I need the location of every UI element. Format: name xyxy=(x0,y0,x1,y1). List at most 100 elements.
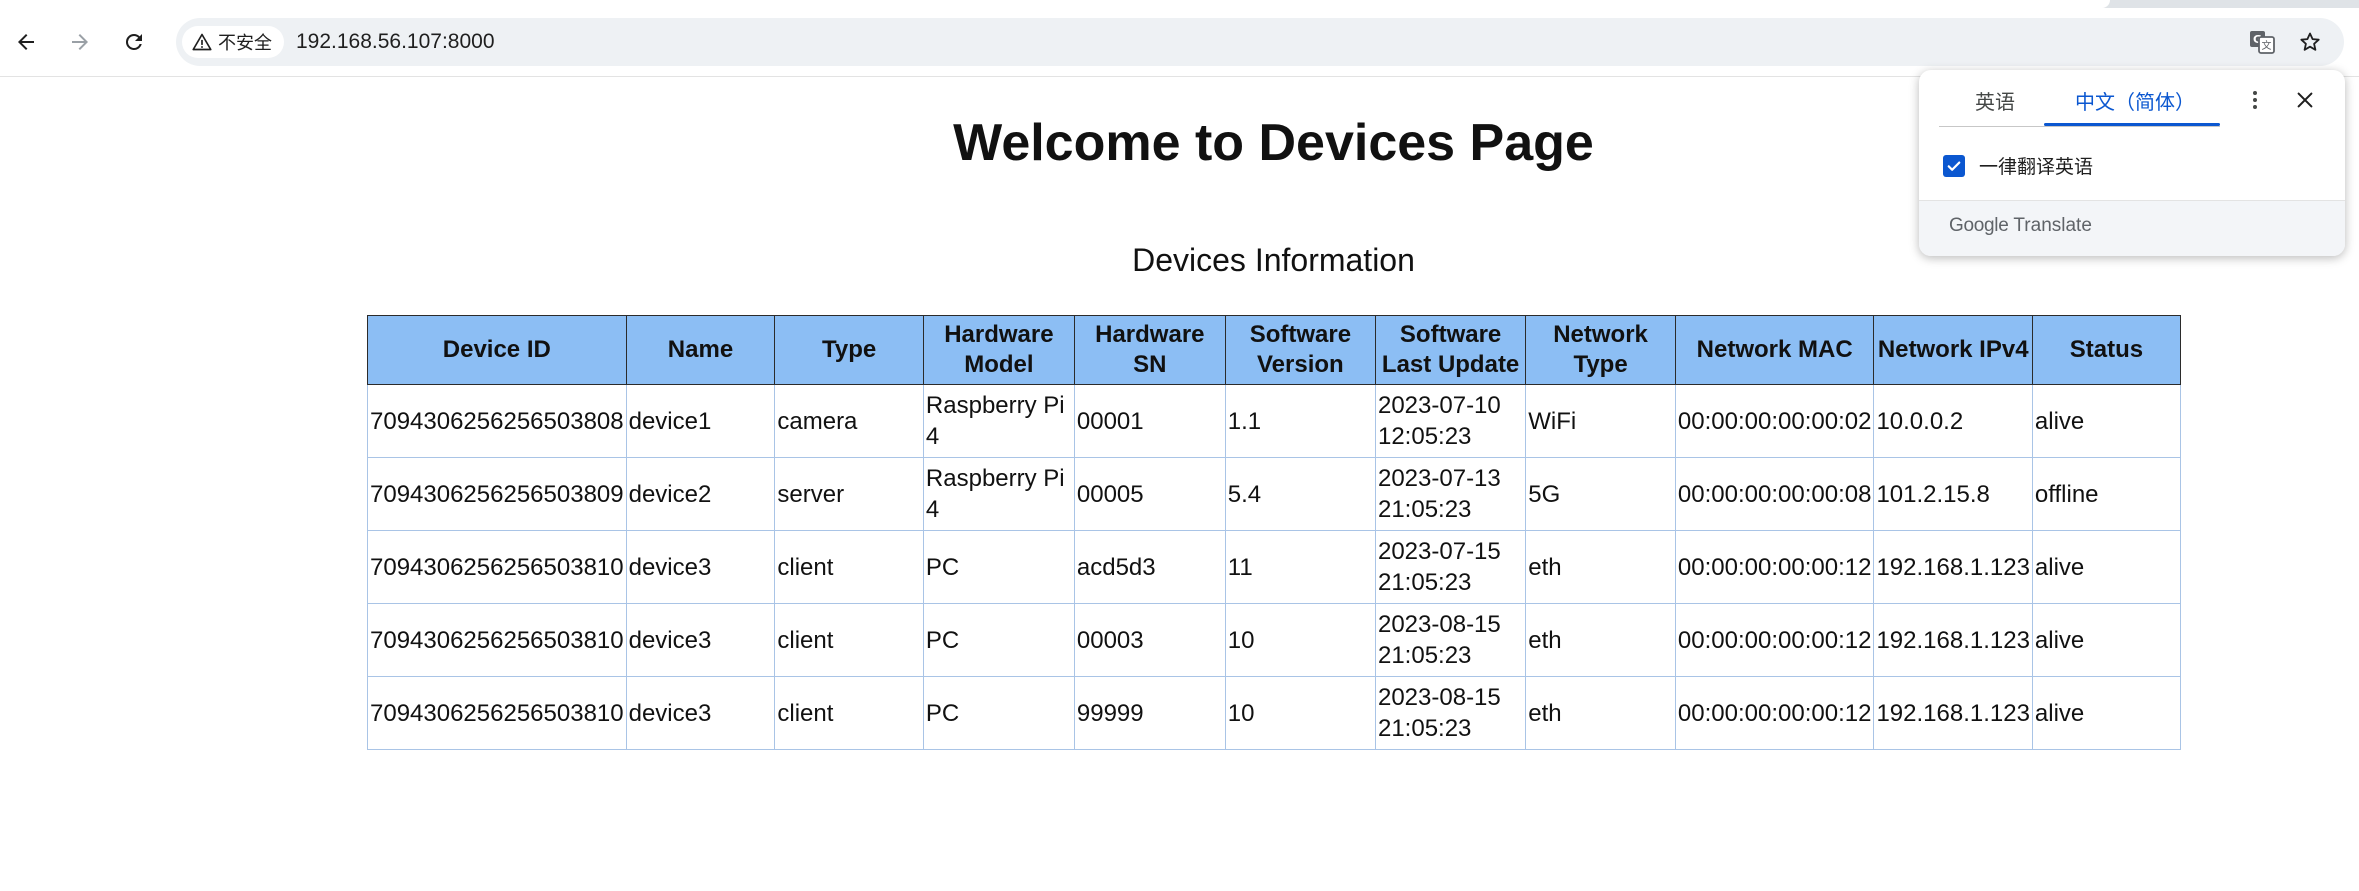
svg-text:文: 文 xyxy=(2262,39,2272,52)
table-cell: 99999 xyxy=(1073,676,1226,750)
table-cell: 00005 xyxy=(1073,457,1226,531)
reload-button[interactable] xyxy=(114,22,154,62)
table-cell: 00:00:00:00:00:12 xyxy=(1674,530,1875,604)
column-header: Network Type xyxy=(1525,315,1676,385)
column-header: Type xyxy=(774,315,924,385)
table-cell: client xyxy=(774,603,924,677)
table-cell: alive xyxy=(2031,676,2182,750)
table-cell: 11 xyxy=(1224,530,1376,604)
table-cell: 7094306256256503808 xyxy=(367,384,627,458)
table-cell: 192.168.1.123 xyxy=(1873,530,2033,604)
tab-source-language[interactable]: 英语 xyxy=(1975,86,2015,115)
more-options-button[interactable] xyxy=(2239,84,2271,116)
browser-toolbar: 不安全 192.168.56.107:8000 G 文 xyxy=(0,8,2359,77)
arrow-right-icon xyxy=(72,34,88,50)
column-header: Name xyxy=(625,315,776,385)
table-cell: PC xyxy=(922,603,1075,677)
warning-triangle-icon xyxy=(192,33,212,51)
table-cell: eth xyxy=(1525,603,1676,677)
table-cell: eth xyxy=(1525,530,1676,604)
star-icon xyxy=(2300,32,2320,51)
table-cell: 2023-07-13 21:05:23 xyxy=(1374,457,1527,531)
table-cell: device3 xyxy=(625,603,776,677)
column-header: Device ID xyxy=(367,315,627,385)
table-cell: device2 xyxy=(625,457,776,531)
column-header: Network IPv4 xyxy=(1873,315,2033,385)
always-translate-label: 一律翻译英语 xyxy=(1979,157,2094,178)
table-header-row: Device ID Name Type Hardware Model Hardw… xyxy=(367,315,2182,385)
check-icon xyxy=(1947,161,1961,171)
table-cell: camera xyxy=(774,384,924,458)
table-cell: 7094306256256503810 xyxy=(367,676,627,750)
table-cell: 00:00:00:00:00:12 xyxy=(1674,676,1875,750)
active-tab-indicator xyxy=(2044,123,2220,126)
table-row: 7094306256256503808 device1 camera Raspb… xyxy=(367,384,2182,458)
table-row: 7094306256256503809 device2 server Raspb… xyxy=(367,457,2182,531)
arrow-left-icon xyxy=(18,34,34,50)
table-cell: 1.1 xyxy=(1224,384,1376,458)
google-wordmark: Google xyxy=(1949,215,2009,236)
translate-popup: 英语 中文（简体） 一律翻译英语 Google Translate xyxy=(1919,70,2345,256)
column-header: Hardware Model xyxy=(922,315,1075,385)
back-button[interactable] xyxy=(6,22,46,62)
table-cell: 7094306256256503810 xyxy=(367,603,627,677)
tab-target-language[interactable]: 中文（简体） xyxy=(2075,86,2195,115)
table-cell: 5.4 xyxy=(1224,457,1376,531)
table-cell: 2023-08-15 21:05:23 xyxy=(1374,603,1527,677)
tab-divider xyxy=(1939,126,2220,127)
table-cell: 2023-08-15 21:05:23 xyxy=(1374,676,1527,750)
table-cell: WiFi xyxy=(1525,384,1676,458)
table-cell: PC xyxy=(922,676,1075,750)
table-cell: 101.2.15.8 xyxy=(1873,457,2033,531)
translate-button[interactable]: G 文 xyxy=(2244,24,2280,60)
forward-button[interactable] xyxy=(60,22,100,62)
table-cell: acd5d3 xyxy=(1073,530,1226,604)
table-cell: 00001 xyxy=(1073,384,1226,458)
table-cell: 00:00:00:00:00:08 xyxy=(1674,457,1875,531)
address-bar[interactable]: 不安全 192.168.56.107:8000 G 文 xyxy=(176,18,2344,66)
google-translate-logo: Google Translate xyxy=(1949,215,2092,237)
table-cell: client xyxy=(774,676,924,750)
table-cell: 10.0.0.2 xyxy=(1873,384,2033,458)
always-translate-row[interactable]: 一律翻译英语 xyxy=(1943,152,2093,179)
table-cell: 2023-07-15 21:05:23 xyxy=(1374,530,1527,604)
table-cell: PC xyxy=(922,530,1075,604)
table-cell: client xyxy=(774,530,924,604)
column-header: Software Version xyxy=(1224,315,1376,385)
table-cell: 2023-07-10 12:05:23 xyxy=(1374,384,1527,458)
bookmark-button[interactable] xyxy=(2292,24,2328,60)
reload-icon xyxy=(125,33,142,50)
column-header: Status xyxy=(2031,315,2182,385)
close-button[interactable] xyxy=(2289,84,2321,116)
active-tab[interactable] xyxy=(0,0,2110,8)
table-cell: eth xyxy=(1525,676,1676,750)
table-row: 7094306256256503810 device3 client PC 99… xyxy=(367,676,2182,750)
always-translate-checkbox[interactable] xyxy=(1943,154,1965,177)
security-chip[interactable]: 不安全 xyxy=(182,26,284,58)
url-text[interactable]: 192.168.56.107:8000 xyxy=(296,18,495,66)
column-header: Network MAC xyxy=(1674,315,1875,385)
table-cell: 10 xyxy=(1224,676,1376,750)
translate-icon: G 文 xyxy=(2250,31,2275,54)
table-cell: 7094306256256503809 xyxy=(367,457,627,531)
close-icon xyxy=(2297,92,2313,108)
table-row: 7094306256256503810 device3 client PC ac… xyxy=(367,530,2182,604)
table-cell: server xyxy=(774,457,924,531)
table-cell: alive xyxy=(2031,603,2182,677)
table-cell: 192.168.1.123 xyxy=(1873,603,2033,677)
table-cell: 10 xyxy=(1224,603,1376,677)
translate-footer: Google Translate xyxy=(1919,200,2345,256)
table-cell: alive xyxy=(2031,384,2182,458)
column-header: Software Last Update xyxy=(1374,315,1527,385)
table-cell: 00:00:00:00:00:12 xyxy=(1674,603,1875,677)
table-row: 7094306256256503810 device3 client PC 00… xyxy=(367,603,2182,677)
translate-wordmark: Translate xyxy=(2013,215,2092,236)
table-cell: alive xyxy=(2031,530,2182,604)
table-cell: 00003 xyxy=(1073,603,1226,677)
table-cell: device3 xyxy=(625,530,776,604)
table-cell: device3 xyxy=(625,676,776,750)
devices-table: Device ID Name Type Hardware Model Hardw… xyxy=(367,315,2182,750)
table-cell: 00:00:00:00:00:02 xyxy=(1674,384,1875,458)
security-label: 不安全 xyxy=(218,33,272,53)
more-vert-icon xyxy=(2253,91,2257,109)
